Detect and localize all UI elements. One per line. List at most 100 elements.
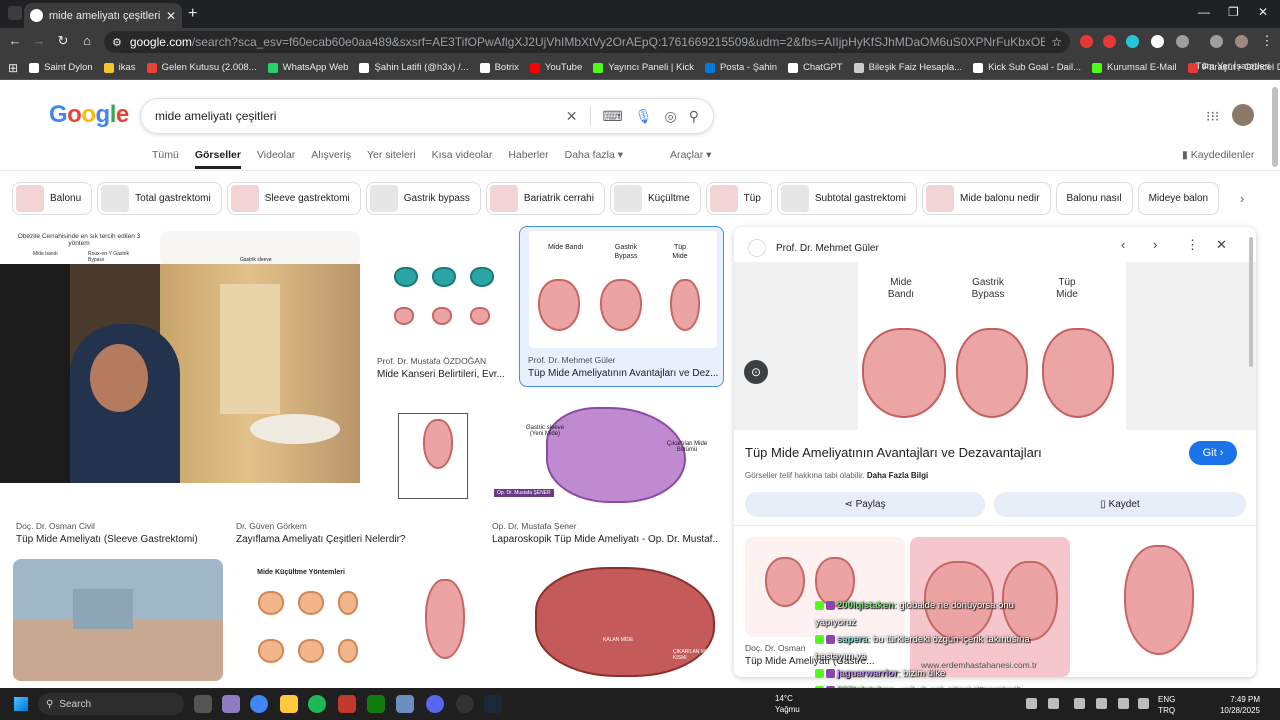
- search-box[interactable]: mide ameliyatı çeşitleri ✕ ⌨ 🎙 ◎ ⚲: [140, 98, 714, 134]
- result-image-8[interactable]: [13, 559, 223, 681]
- bookmark-item[interactable]: Botrix: [479, 62, 519, 73]
- google-apps-icon[interactable]: ⁝⁝⁝: [1206, 108, 1219, 125]
- result-6-title[interactable]: Zayıflama Ameliyatı Çeşitleri Nelerdir?: [236, 534, 476, 545]
- result-image-7[interactable]: Gastric sleeve (Yeni Mide) Çıkartılan Mi…: [490, 399, 719, 518]
- result-image-2[interactable]: Gastrik sleeve: [160, 231, 360, 267]
- all-bookmarks-link[interactable]: Tüm Yer İşaretleri: [1196, 61, 1270, 72]
- preview-image[interactable]: Mide Bandı Gastrik Bypass Tüp Mide: [734, 262, 1256, 430]
- taskbar-search[interactable]: ⚲ Search: [38, 693, 184, 715]
- tray-icon[interactable]: [1048, 698, 1059, 709]
- back-icon[interactable]: ←: [6, 33, 24, 48]
- search-tab[interactable]: Daha fazla ▾: [565, 149, 623, 169]
- saved-link[interactable]: ▮ Kaydedilenler: [1182, 149, 1254, 161]
- related-image-3[interactable]: [1076, 537, 1236, 677]
- next-icon[interactable]: ›: [1153, 237, 1157, 252]
- result-3-title[interactable]: Mide Kanseri Belirtileri, Evr...: [377, 369, 511, 380]
- file-explorer-icon[interactable]: [280, 695, 298, 713]
- refinement-chip[interactable]: Total gastrektomi: [97, 182, 222, 215]
- reload-icon[interactable]: ↻: [54, 33, 72, 49]
- search-icon[interactable]: ⚲: [689, 108, 699, 125]
- extension-icon[interactable]: [1103, 35, 1116, 48]
- bookmark-item[interactable]: Yayıncı Paneli | Kick: [593, 62, 694, 73]
- window-close-icon[interactable]: ✕: [1258, 5, 1268, 19]
- refinement-chip[interactable]: Küçültme: [609, 182, 701, 215]
- tray-icon[interactable]: [1074, 698, 1085, 709]
- panel-source[interactable]: Prof. Dr. Mehmet Güler: [748, 239, 879, 257]
- search-input[interactable]: mide ameliyatı çeşitleri: [155, 109, 554, 123]
- chrome-icon[interactable]: [250, 695, 268, 713]
- refinement-chip[interactable]: Balonu: [12, 182, 93, 215]
- tab-search-icon[interactable]: [8, 6, 22, 20]
- bookmark-item[interactable]: YouTube: [529, 62, 582, 73]
- panel-scrollbar[interactable]: [1249, 237, 1253, 367]
- restore-icon[interactable]: ❐: [1228, 5, 1239, 19]
- profile-avatar-icon[interactable]: [1235, 35, 1248, 48]
- lens-search-icon[interactable]: ⊙: [744, 360, 768, 384]
- previous-icon[interactable]: ‹: [1121, 237, 1125, 252]
- share-button[interactable]: ⋖ Paylaş: [745, 492, 985, 517]
- minimize-icon[interactable]: —: [1198, 5, 1210, 19]
- refinement-chip[interactable]: Balonu nasıl: [1055, 182, 1133, 215]
- tray-icon[interactable]: [1026, 698, 1037, 709]
- forward-icon[interactable]: →: [30, 33, 48, 48]
- extension-icon[interactable]: [1151, 35, 1164, 48]
- search-tab[interactable]: Videolar: [257, 149, 295, 169]
- browser-tab-active[interactable]: mide ameliyatı çeşitleri - Googl ✕: [24, 3, 182, 28]
- search-tab[interactable]: Alışveriş: [311, 149, 351, 169]
- bookmark-star-icon[interactable]: ☆: [1051, 35, 1062, 49]
- refinement-chip[interactable]: Mide balonu nedir: [922, 182, 1051, 215]
- app-icon[interactable]: [338, 695, 356, 713]
- more-options-icon[interactable]: ⋮: [1186, 237, 1199, 253]
- bookmark-item[interactable]: ikas: [103, 62, 136, 73]
- preview-title[interactable]: Tüp Mide Ameliyatının Avantajları ve Dez…: [745, 445, 1042, 460]
- discord-icon[interactable]: [426, 695, 444, 713]
- tray-icon[interactable]: [1096, 698, 1107, 709]
- apps-grid-icon[interactable]: ⊞: [8, 61, 18, 75]
- result-image-10[interactable]: [381, 559, 511, 681]
- clear-icon[interactable]: ✕: [566, 108, 578, 125]
- result-image-9[interactable]: Mide Küçültme Yöntemleri: [234, 559, 368, 681]
- tools-button[interactable]: Araçlar ▾: [670, 149, 711, 161]
- volume-icon[interactable]: [1138, 698, 1149, 709]
- refinement-chip[interactable]: Sleeve gastrektomi: [226, 182, 361, 215]
- bookmark-item[interactable]: WhatsApp Web: [267, 62, 348, 73]
- search-tab[interactable]: Haberler: [508, 149, 548, 169]
- extensions-puzzle-icon[interactable]: [1176, 35, 1189, 48]
- visit-button[interactable]: Git ›: [1189, 441, 1237, 465]
- search-tab[interactable]: Kısa videolar: [432, 149, 493, 169]
- wifi-icon[interactable]: [1118, 698, 1129, 709]
- result-image-4-selected[interactable]: Mide Bandı Gastrik Bypass Tüp Mide Prof.…: [519, 226, 724, 387]
- steam-icon[interactable]: [484, 695, 502, 713]
- refinement-chip[interactable]: Mideye balon: [1137, 182, 1220, 215]
- learn-more-link[interactable]: Daha Fazla Bilgi: [867, 471, 928, 480]
- system-clock[interactable]: 7:49 PM 10/28/2025: [1204, 694, 1260, 716]
- microphone-icon[interactable]: 🎙: [635, 108, 653, 125]
- page-scrollbar[interactable]: [1272, 87, 1278, 167]
- tab-close-icon[interactable]: ✕: [166, 9, 176, 23]
- search-tab[interactable]: Yer siteleri: [367, 149, 416, 169]
- weather-widget[interactable]: 14°C Yağmu: [775, 693, 800, 715]
- bookmark-item[interactable]: Kick Sub Goal - Dail...: [973, 62, 1081, 73]
- result-image-1[interactable]: Obezite Cerrahisinde en sık tercih edile…: [13, 231, 145, 267]
- extension-icon[interactable]: [1126, 35, 1139, 48]
- site-info-icon[interactable]: ⚙: [112, 36, 122, 49]
- search-tab[interactable]: Görseller: [194, 149, 241, 169]
- refinement-chip[interactable]: Bariatrik cerrahi: [485, 182, 605, 215]
- reading-list-icon[interactable]: [1210, 35, 1223, 48]
- bookmark-item[interactable]: Bileşik Faiz Hesapla...: [853, 62, 962, 73]
- refinement-chip[interactable]: Subtotal gastrektomi: [776, 182, 918, 215]
- obs-icon[interactable]: [456, 695, 474, 713]
- new-tab-button[interactable]: +: [188, 5, 197, 23]
- keyboard-icon[interactable]: ⌨: [603, 108, 623, 125]
- close-icon[interactable]: ✕: [1216, 237, 1227, 253]
- bookmark-item[interactable]: Saint Dylon: [29, 62, 93, 73]
- task-view-icon[interactable]: [194, 695, 212, 713]
- bookmark-item[interactable]: Posta - Şahin: [704, 62, 777, 73]
- xbox-icon[interactable]: [367, 695, 385, 713]
- result-5-title[interactable]: Tüp Mide Ameliyatı (Sleeve Gastrektomi): [16, 534, 221, 545]
- input-language[interactable]: ENG TRQ: [1158, 694, 1175, 716]
- chevron-right-icon[interactable]: ›: [1240, 191, 1244, 206]
- bookmark-item[interactable]: Gelen Kutusu (2.008...: [146, 62, 257, 73]
- bookmark-item[interactable]: Şahin Latifi (@h3x) /...: [359, 62, 469, 73]
- bookmark-item[interactable]: Kurumsal E-Mail: [1091, 62, 1177, 73]
